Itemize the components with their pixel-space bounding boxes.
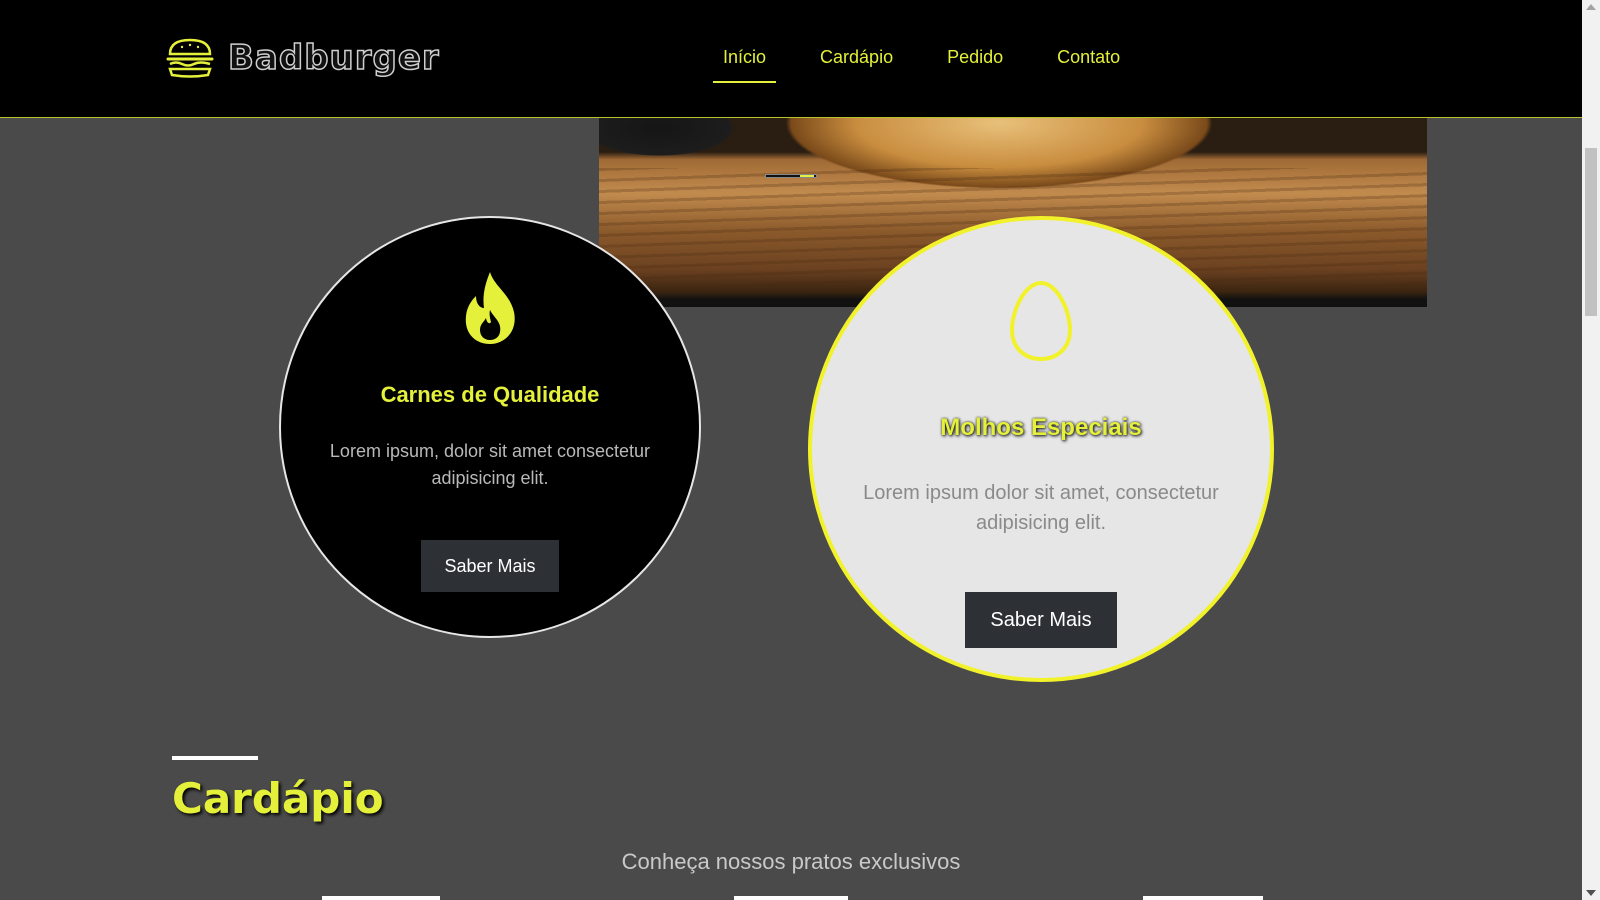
saber-mais-button[interactable]: Saber Mais	[965, 592, 1117, 648]
feature-card-carnes: Carnes de Qualidade Lorem ipsum, dolor s…	[279, 216, 701, 638]
feature-title: Carnes de Qualidade	[380, 382, 600, 407]
main-nav: Início Cardápio Pedido Contato	[712, 47, 1174, 83]
menu-card-top	[1143, 896, 1263, 900]
feature-description: Lorem ipsum dolor sit amet, consectetur …	[863, 482, 1219, 534]
nav-item-inicio[interactable]: Início	[712, 47, 777, 83]
feature-description: Lorem ipsum, dolor sit amet consectetur …	[329, 441, 651, 488]
scroll-up-arrow-icon[interactable]	[1586, 4, 1596, 10]
brand-logo[interactable]: Badburger	[166, 37, 440, 79]
brand-name: Badburger	[227, 37, 440, 79]
menu-card-top	[734, 896, 848, 900]
slider-indicator[interactable]	[765, 174, 817, 178]
site-header: Badburger Início Cardápio Pedido Contato	[0, 0, 1582, 118]
burger-icon	[166, 38, 214, 78]
section-subtitle: Conheça nossos pratos exclusivos	[621, 849, 961, 874]
nav-item-pedido[interactable]: Pedido	[947, 47, 1003, 83]
page-scrollbar[interactable]	[1582, 0, 1600, 900]
scrollbar-thumb[interactable]	[1585, 148, 1597, 316]
feature-title: Molhos Especiais	[940, 414, 1142, 441]
saber-mais-button[interactable]: Saber Mais	[421, 540, 559, 592]
egg-icon	[1009, 280, 1073, 362]
feature-card-molhos: Molhos Especiais Lorem ipsum dolor sit a…	[808, 216, 1274, 682]
section-title: Cardápio	[172, 774, 384, 823]
fire-icon	[465, 272, 515, 344]
scroll-down-arrow-icon[interactable]	[1586, 890, 1596, 896]
nav-item-contato[interactable]: Contato	[1057, 47, 1120, 83]
section-divider	[172, 756, 258, 760]
menu-card-top	[322, 896, 440, 900]
nav-item-cardapio[interactable]: Cardápio	[820, 47, 893, 83]
